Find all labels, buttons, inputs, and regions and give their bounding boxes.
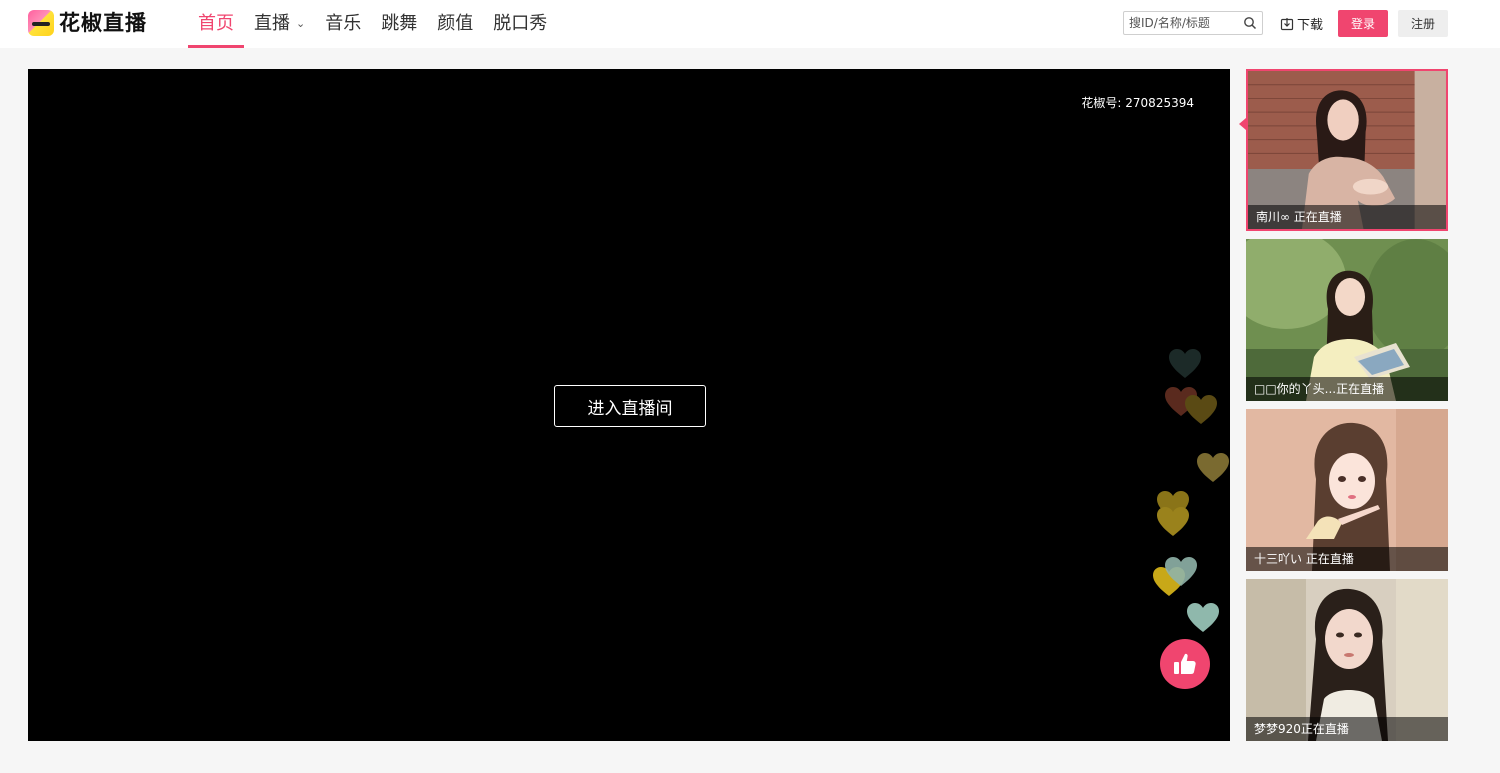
heart-icon: [1165, 557, 1197, 586]
active-indicator-arrow: [1239, 118, 1246, 130]
logo-text: 花椒直播: [59, 11, 147, 35]
heart-icon: [1157, 507, 1189, 536]
nav-label: 音乐: [325, 13, 362, 34]
list-item[interactable]: □□你的丫头...正在直播: [1246, 239, 1448, 401]
download-icon: [1280, 17, 1294, 30]
stream-caption: 十三吖い 正在直播: [1246, 547, 1448, 571]
heart-icon: [1169, 349, 1201, 378]
nav-item-home[interactable]: 首页: [188, 0, 244, 48]
stream-caption: □□你的丫头...正在直播: [1246, 377, 1448, 401]
enter-room-button[interactable]: 进入直播间: [554, 385, 706, 427]
thumbs-up-icon: [1174, 653, 1196, 674]
nav-item-dance[interactable]: 跳舞: [381, 0, 417, 48]
heart-icon: [1185, 395, 1217, 424]
logo-icon: [28, 10, 54, 36]
top-header: 花椒直播 首页 直播 ⌄ 音乐 跳舞 颜值 脱口秀 搜ID/名称/标题 下载 登…: [0, 0, 1500, 48]
nav-item-music[interactable]: 音乐: [325, 0, 361, 48]
search-icon[interactable]: [1243, 16, 1257, 30]
main-nav: 首页 直播 ⌄ 音乐 跳舞 颜值 脱口秀: [188, 0, 567, 48]
nav-label: 脱口秀: [493, 13, 548, 34]
nav-label: 直播: [254, 13, 290, 34]
nav-label: 首页: [198, 13, 234, 34]
search-box: [1123, 11, 1263, 35]
nav-item-live[interactable]: 直播 ⌄: [254, 0, 305, 48]
room-id-label: 花椒号: 270825394: [1081, 96, 1194, 110]
stream-caption: 南川∞ 正在直播: [1248, 205, 1446, 229]
list-item[interactable]: 南川∞ 正在直播: [1246, 69, 1448, 231]
nav-label: 跳舞: [381, 13, 418, 34]
nav-item-talkshow[interactable]: 脱口秀: [493, 0, 547, 48]
register-button[interactable]: 注册: [1398, 10, 1448, 37]
download-link[interactable]: 下载: [1280, 14, 1323, 33]
nav-item-beauty[interactable]: 颜值: [437, 0, 473, 48]
nav-label: 颜值: [437, 13, 474, 34]
recommended-list: 南川∞ 正在直播 □□你的丫头...正在直播 十三吖い 正在直播 梦梦920正在…: [1246, 69, 1448, 749]
list-item[interactable]: 十三吖い 正在直播: [1246, 409, 1448, 571]
list-item[interactable]: 梦梦920正在直播: [1246, 579, 1448, 741]
site-logo[interactable]: 花椒直播: [28, 10, 147, 36]
search-input[interactable]: [1124, 12, 1241, 34]
live-video-player[interactable]: 花椒号: 270825394 进入直播间: [28, 69, 1230, 741]
chevron-down-icon: ⌄: [296, 17, 306, 30]
download-label: 下载: [1297, 18, 1324, 33]
heart-icon: [1187, 603, 1219, 632]
like-button[interactable]: [1160, 639, 1210, 689]
stream-caption: 梦梦920正在直播: [1246, 717, 1448, 741]
login-button[interactable]: 登录: [1338, 10, 1388, 37]
heart-icon: [1197, 453, 1229, 482]
